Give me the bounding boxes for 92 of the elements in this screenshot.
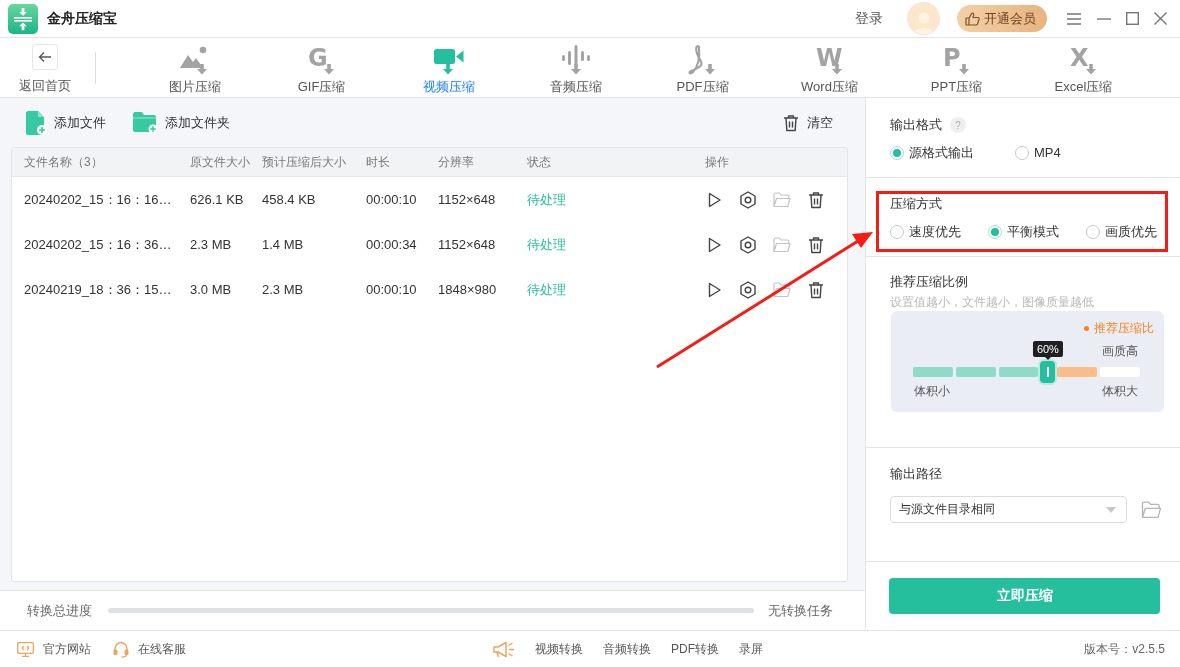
settings-button[interactable] — [737, 278, 759, 301]
app-logo — [8, 3, 38, 34]
nav-tab[interactable]: W Word压缩 — [766, 38, 893, 97]
settings-button[interactable] — [737, 188, 759, 211]
app-title: 金舟压缩宝 — [47, 9, 117, 28]
progress-label: 转换总进度 — [27, 601, 92, 620]
legend-dot-icon — [1084, 325, 1089, 331]
close-icon — [1153, 12, 1167, 25]
footer-link[interactable]: 官方网站 — [17, 640, 91, 658]
table-cell-text: 00:00:10 — [366, 192, 418, 207]
add-folder-icon — [133, 111, 158, 134]
headset-icon — [113, 640, 129, 658]
section-title: 输出格式 — [890, 116, 942, 134]
trash-icon — [782, 113, 800, 132]
radio-option[interactable]: 平衡模式 — [988, 224, 1059, 240]
trash-icon — [807, 235, 825, 254]
column-header: 操作 — [704, 153, 730, 171]
table-cell-text: 1152×648 — [438, 237, 497, 252]
table-cell-text: 1848×980 — [438, 282, 498, 297]
nav-tab[interactable]: PDF压缩 — [639, 38, 766, 97]
nav-tab[interactable]: G GIF压缩 — [258, 38, 385, 97]
legend-label: 推荐压缩比 — [1094, 320, 1154, 336]
version-text: 版本号：v2.5.5 — [1084, 640, 1165, 658]
caret-down-icon — [1106, 506, 1116, 513]
settings-icon — [739, 280, 757, 299]
vip-button[interactable]: 开通会员 — [957, 5, 1047, 32]
file-name-cell-text: 20240202_15：16：36… — [24, 235, 173, 254]
add-folder-button[interactable]: 添加文件夹 — [133, 111, 230, 134]
column-header: 文件名称（3） — [24, 153, 104, 171]
radio-option[interactable]: 画质优先 — [1086, 224, 1157, 240]
nav-tab[interactable]: P PPT压缩 — [893, 38, 1020, 97]
table-cell-text: 00:00:34 — [366, 237, 418, 252]
settings-button[interactable] — [737, 233, 759, 256]
column-header: 状态 — [527, 153, 552, 171]
settings-icon — [739, 190, 757, 209]
column-header: 分辨率 — [438, 153, 475, 171]
slider-thumb[interactable] — [1040, 361, 1056, 383]
minimize-icon — [1097, 17, 1111, 20]
section-title: 推荐压缩比例 — [890, 273, 968, 291]
file-name-cell-text: 20240219_18：36：15… — [24, 280, 173, 299]
nav-tab[interactable]: X Excel压缩 — [1020, 38, 1147, 97]
sound-bars-icon — [559, 44, 592, 76]
table-cell-text: 626.1 KB — [190, 192, 245, 207]
table-cell-text: 00:00:10 — [366, 282, 418, 297]
status-cell-text: 待处理 — [527, 190, 567, 209]
trash-icon — [807, 280, 825, 299]
add-file-button[interactable]: 添加文件 — [26, 110, 106, 135]
slider-label: 画质高 — [1102, 344, 1138, 358]
promo-link[interactable]: 录屏 — [739, 640, 763, 658]
table-cell-text: 2.3 MB — [190, 237, 233, 252]
table-cell-text: 3.0 MB — [190, 282, 233, 297]
back-home-button[interactable]: 返回首页 — [0, 38, 90, 97]
radio-option[interactable]: 速度优先 — [890, 224, 961, 240]
megaphone-icon — [493, 640, 515, 658]
table-cell-text: 2.3 MB — [262, 282, 305, 297]
status-cell-text: 待处理 — [527, 235, 567, 254]
column-header: 时长 — [366, 153, 391, 171]
column-header: 预计压缩后大小 — [262, 153, 347, 171]
table-cell-text: 458.4 KB — [262, 192, 317, 207]
slider-label: 体积小 — [914, 384, 950, 398]
output-path-dropdown[interactable]: 与源文件目录相同 — [890, 496, 1127, 523]
status-cell-text: 待处理 — [527, 280, 567, 299]
login-link[interactable]: 登录 — [855, 9, 883, 28]
settings-icon — [739, 235, 757, 254]
progress-status: 无转换任务 — [768, 601, 833, 620]
table-cell-text: 1.4 MB — [262, 237, 305, 252]
table-cell-text: 1152×648 — [438, 192, 497, 207]
column-header: 原文件大小 — [190, 153, 251, 171]
nav-tab[interactable]: 音频压缩 — [512, 38, 639, 97]
arrow-left-icon — [38, 51, 52, 63]
nav-tab[interactable]: 图片压缩 — [131, 38, 258, 97]
radio-option[interactable]: 源格式输出 — [890, 145, 974, 161]
maximize-icon — [1125, 12, 1139, 25]
footer-link[interactable]: 在线客服 — [113, 640, 186, 658]
menu-icon — [1067, 12, 1081, 25]
section-title: 输出路径 — [890, 465, 942, 483]
thumbs-up-icon — [965, 11, 980, 26]
nav-tab[interactable]: 视频压缩 — [385, 38, 512, 97]
slider-label: 体积大 — [1102, 384, 1138, 398]
monitor-icon — [17, 641, 34, 657]
section-title: 压缩方式 — [890, 195, 942, 213]
promo-link[interactable]: 音频转换 — [603, 640, 651, 658]
file-name-cell-text: 20240202_15：16：16… — [24, 190, 173, 209]
maximize-button[interactable] — [1123, 9, 1141, 28]
trash-icon — [807, 190, 825, 209]
clear-button[interactable]: 清空 — [782, 113, 833, 132]
add-file-icon — [26, 110, 47, 135]
promo-link[interactable]: 视频转换 — [535, 640, 583, 658]
hint-text: 设置值越小，文件越小，图像质量越低 — [890, 294, 1095, 310]
folder-icon — [1141, 500, 1162, 519]
radio-option[interactable]: MP4 — [1015, 145, 1061, 161]
promo-link[interactable]: PDF转换 — [671, 640, 719, 658]
